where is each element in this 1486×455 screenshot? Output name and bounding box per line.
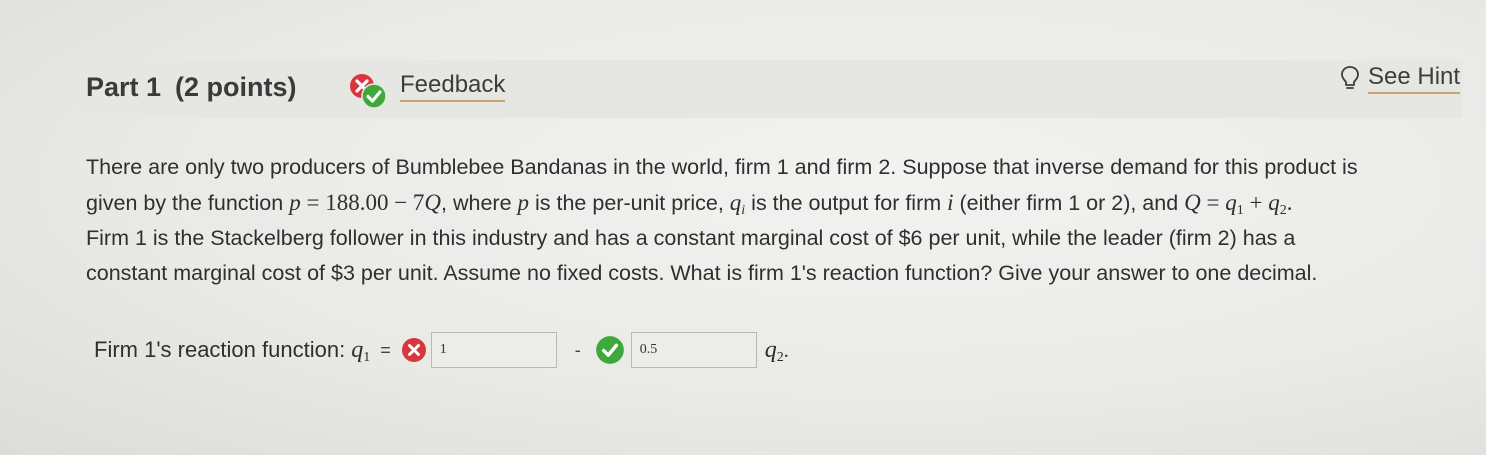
part-points: (2 points) — [175, 72, 297, 102]
q1-symbol: q1 — [351, 336, 371, 365]
x-circle-icon — [401, 338, 426, 362]
question-line-4: constant marginal cost of $3 per unit. A… — [86, 261, 1318, 285]
question-line-1: There are only two producers of Bumblebe… — [86, 155, 1358, 179]
question-line-2: given by the function p = 188.00 − 7Q, w… — [86, 190, 1293, 218]
q2-symbol: q2. — [764, 336, 789, 365]
part-title: Part 1 (2 points) — [86, 72, 297, 103]
answer-label: Firm 1's reaction function: — [94, 337, 346, 362]
feedback-link[interactable]: Feedback — [400, 71, 506, 102]
question-line-3: Firm 1 is the Stackelberg follower in th… — [86, 226, 1296, 250]
mixed-feedback-icon — [350, 74, 387, 109]
equals-sign: = — [380, 339, 391, 360]
minus-sign: - — [574, 339, 581, 360]
part-label: Part 1 — [86, 72, 162, 102]
check-circle-icon — [595, 336, 624, 364]
lightbulb-icon — [1341, 66, 1359, 89]
see-hint-button[interactable]: See Hint — [1340, 60, 1461, 96]
question-text: There are only two producers of Bumblebe… — [86, 150, 1458, 291]
slope-input[interactable] — [630, 332, 757, 368]
intercept-input[interactable] — [430, 332, 557, 368]
see-hint-label: See Hint — [1368, 63, 1461, 94]
answer-row: Firm 1's reaction function: q1 = - q2. — [94, 330, 789, 370]
